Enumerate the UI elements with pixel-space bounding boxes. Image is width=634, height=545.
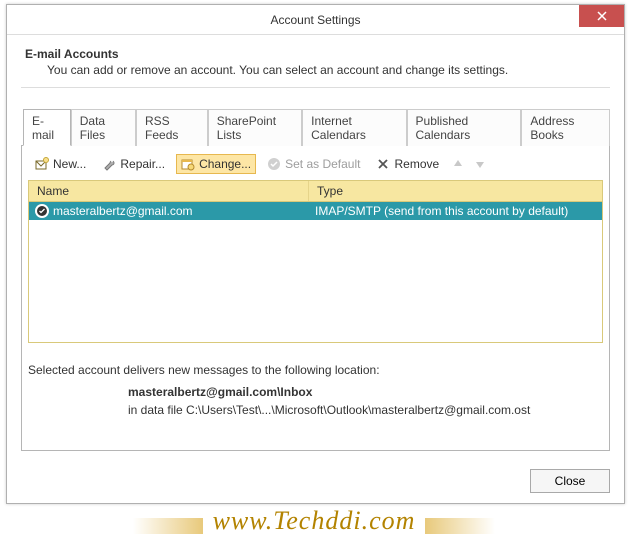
watermark: www.Techddi.com xyxy=(134,501,494,541)
header-block: E-mail Accounts You can add or remove an… xyxy=(21,43,610,88)
header-title: E-mail Accounts xyxy=(25,47,606,61)
titlebar: Account Settings xyxy=(7,5,624,35)
tab-email[interactable]: E-mail xyxy=(23,109,71,146)
tab-sharepoint[interactable]: SharePoint Lists xyxy=(208,109,302,146)
window-close-button[interactable] xyxy=(579,5,624,27)
cell-name: masteralbertz@gmail.com xyxy=(29,203,309,219)
table-header: Name Type xyxy=(29,181,602,202)
set-default-button-label: Set as Default xyxy=(285,157,360,171)
dialog-body: E-mail Accounts You can add or remove an… xyxy=(7,35,624,463)
repair-button-label: Repair... xyxy=(120,157,165,171)
change-icon xyxy=(181,157,195,171)
arrow-down-icon xyxy=(474,158,486,170)
check-icon xyxy=(267,157,281,171)
tab-address[interactable]: Address Books xyxy=(521,109,610,146)
new-button[interactable]: New... xyxy=(30,154,91,174)
table-row[interactable]: masteralbertz@gmail.com IMAP/SMTP (send f… xyxy=(29,202,602,220)
change-button[interactable]: Change... xyxy=(176,154,256,174)
remove-icon xyxy=(376,157,390,171)
tab-datafiles[interactable]: Data Files xyxy=(71,109,136,146)
column-header-type[interactable]: Type xyxy=(309,181,602,201)
watermark-text: www.Techddi.com xyxy=(213,506,416,536)
arrow-up-icon xyxy=(452,158,464,170)
tab-internet-cal[interactable]: Internet Calendars xyxy=(302,109,406,146)
remove-button[interactable]: Remove xyxy=(371,154,444,174)
close-icon xyxy=(597,11,607,21)
new-button-label: New... xyxy=(53,157,86,171)
delivery-file: in data file C:\Users\Test\...\Microsoft… xyxy=(128,403,603,417)
tab-panel-email: New... Repair... Change... xyxy=(21,146,610,451)
toolbar: New... Repair... Change... xyxy=(28,152,603,180)
repair-icon xyxy=(102,157,116,171)
change-button-label: Change... xyxy=(199,157,251,171)
remove-button-label: Remove xyxy=(394,157,439,171)
delivery-location: masteralbertz@gmail.com\Inbox xyxy=(128,385,603,399)
window-title: Account Settings xyxy=(270,13,360,27)
close-button[interactable]: Close xyxy=(530,469,610,493)
set-default-button: Set as Default xyxy=(262,154,365,174)
close-button-label: Close xyxy=(555,474,586,488)
table-body: masteralbertz@gmail.com IMAP/SMTP (send f… xyxy=(29,202,602,342)
move-down-button xyxy=(472,156,488,172)
delivery-info: Selected account delivers new messages t… xyxy=(28,363,603,417)
default-account-icon xyxy=(35,204,49,218)
new-icon xyxy=(35,157,49,171)
dialog-footer: Close xyxy=(7,463,624,503)
tab-rss[interactable]: RSS Feeds xyxy=(136,109,208,146)
accounts-table: Name Type masteralbertz@gmail.com IMAP/SM… xyxy=(28,180,603,343)
header-description: You can add or remove an account. You ca… xyxy=(47,63,606,77)
tab-pub-cal[interactable]: Published Calendars xyxy=(407,109,522,146)
account-settings-window: Account Settings E-mail Accounts You can… xyxy=(6,4,625,504)
move-up-button xyxy=(450,156,466,172)
cell-type: IMAP/SMTP (send from this account by def… xyxy=(309,203,602,219)
repair-button[interactable]: Repair... xyxy=(97,154,170,174)
delivery-location-text: masteralbertz@gmail.com\Inbox xyxy=(128,385,312,399)
tab-strip: E-mailData FilesRSS FeedsSharePoint List… xyxy=(21,108,610,146)
column-header-name[interactable]: Name xyxy=(29,181,309,201)
account-name: masteralbertz@gmail.com xyxy=(53,204,193,218)
delivery-intro: Selected account delivers new messages t… xyxy=(28,363,603,377)
